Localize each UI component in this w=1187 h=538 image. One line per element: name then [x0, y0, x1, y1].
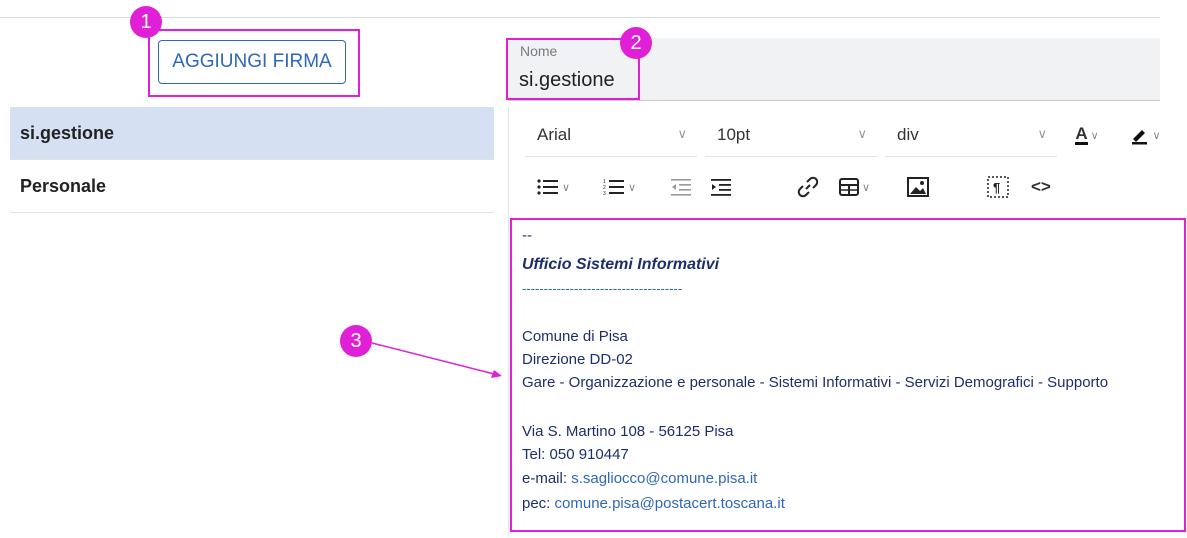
badge-1: 1 [130, 6, 162, 38]
signature-item-personale[interactable]: Personale [10, 160, 494, 213]
font-family-select[interactable]: Arial ∨ [525, 113, 697, 157]
font-family-value: Arial [537, 124, 572, 144]
bullet-list-button[interactable]: ∨ [537, 173, 570, 201]
highlighter-icon [1132, 130, 1148, 145]
chevron-down-icon: ∨ [1090, 129, 1099, 142]
image-icon [907, 177, 929, 197]
chevron-down-icon: ∨ [1152, 129, 1161, 142]
paragraph-mark-icon: ¶ [987, 176, 1009, 198]
svg-text:3: 3 [603, 191, 606, 196]
text-color-icon: A [1075, 123, 1088, 145]
image-button[interactable] [907, 173, 929, 201]
outdent-icon [671, 179, 691, 196]
highlight-color-button[interactable]: ∨ [1125, 121, 1165, 149]
signature-item-label: si.gestione [20, 122, 115, 143]
toolbar-row-2: ∨ 123 ∨ ∨ ¶ <> [525, 167, 1165, 207]
badge-2: 2 [620, 27, 652, 59]
chevron-down-icon: ∨ [862, 181, 871, 194]
highlight-box-3 [510, 218, 1186, 532]
outdent-button[interactable] [671, 173, 691, 201]
code-icon: <> [1031, 177, 1051, 196]
link-icon [797, 176, 819, 198]
highlight-box-1 [148, 29, 360, 97]
signature-item-si-gestione[interactable]: si.gestione [10, 107, 494, 160]
badge-3: 3 [340, 325, 372, 357]
bullet-list-icon [537, 179, 558, 195]
indent-button[interactable] [711, 173, 731, 201]
block-format-select[interactable]: div ∨ [885, 113, 1057, 157]
font-size-select[interactable]: 10pt ∨ [705, 113, 877, 157]
link-button[interactable] [797, 173, 819, 201]
source-code-button[interactable]: <> [1031, 173, 1051, 201]
block-format-value: div [897, 124, 919, 144]
chevron-down-icon: ∨ [562, 181, 571, 194]
top-divider [0, 17, 1160, 18]
signature-item-label: Personale [20, 175, 107, 196]
text-color-button[interactable]: A ∨ [1067, 121, 1107, 149]
svg-text:¶: ¶ [993, 180, 1000, 195]
arrow-icon [371, 342, 502, 378]
table-icon [839, 178, 859, 196]
font-size-value: 10pt [717, 124, 751, 144]
indent-icon [711, 179, 731, 196]
chevron-down-icon: ∨ [628, 181, 637, 194]
chevron-down-icon: ∨ [677, 126, 687, 141]
signature-list: si.gestione Personale [10, 107, 494, 213]
numbered-list-icon: 123 [603, 179, 624, 196]
chevron-down-icon: ∨ [857, 126, 867, 141]
show-blocks-button[interactable]: ¶ [987, 173, 1009, 201]
table-button[interactable]: ∨ [839, 173, 870, 201]
numbered-list-button[interactable]: 123 ∨ [603, 173, 636, 201]
chevron-down-icon: ∨ [1037, 126, 1047, 141]
